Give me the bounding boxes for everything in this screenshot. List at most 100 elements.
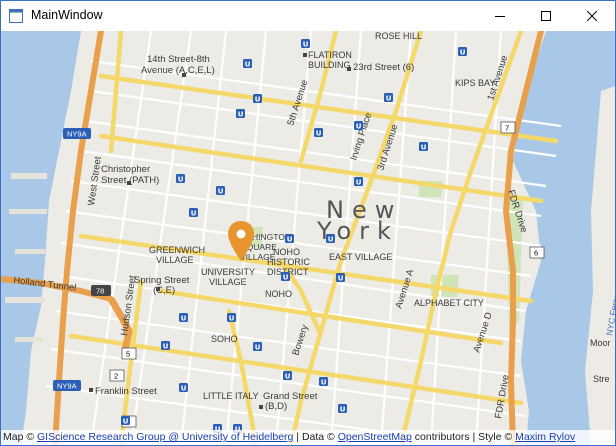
subway-icon: U [319,377,328,386]
app-window-icon [9,9,23,23]
svg-text:U: U [218,187,224,195]
shield-i78-label: 78 [96,287,104,296]
noho-historic-line-2: HISTORIC [267,257,310,267]
christopher-line-1: Christopher [101,164,150,175]
shield-2: 2 [109,369,125,382]
attribution-link-giscience[interactable]: GIScience Research Group @ University of… [37,431,293,443]
svg-text:U: U [245,60,251,68]
svg-text:U: U [123,417,129,425]
subway-icon: U [458,47,467,56]
svg-text:U: U [316,129,322,137]
svg-text:U: U [283,273,289,281]
svg-text:U: U [285,372,291,380]
edge-label-moor: Moor [590,338,611,348]
attribution-link-author[interactable]: Maxim Rylov [515,431,575,443]
neighborhood-alphabet-city: ALPHABET CITY [414,298,484,308]
subway-icon: U [176,174,185,183]
subway-icon: U [336,273,345,282]
subway-icon: U [301,39,310,48]
svg-text:U: U [178,175,184,183]
flatiron-line-1: FLATIRON [308,50,352,60]
svg-text:U: U [255,343,261,351]
main-window: MainWindow New York GREENWICH VILLAGE UN… [0,0,616,446]
maximize-button[interactable] [523,1,569,31]
station-23rd-street: 23rd Street (6) [353,62,414,73]
attribution-data: | Data © [296,431,335,443]
station-grand-street: Grand Street (B,D) [263,391,318,412]
subway-icon: U [384,93,393,102]
neighborhood-little-italy: LITTLE ITALY [203,391,259,401]
university-line-2: VILLAGE [209,277,247,287]
flatiron-line-2: BUILDING [308,60,351,70]
svg-text:U: U [181,384,187,392]
shield-5-north-label: 5 [126,350,130,359]
station-14th-line-2: Avenue (A,C,E,L) [141,65,215,76]
svg-text:U: U [238,110,244,118]
shield-i78: 78 [91,285,111,296]
shield-7: 7 [500,121,516,134]
title-bar[interactable]: MainWindow [1,1,615,31]
svg-text:U: U [163,342,169,350]
attribution-style: contributors | Style © [414,431,513,443]
shield-7-label: 7 [505,124,509,133]
close-icon [587,11,597,21]
svg-text:U: U [229,314,235,322]
shield-6-label: 6 [534,249,538,258]
neighborhood-rose-hill: ROSE HILL [375,31,422,41]
subway-icon: U [179,383,188,392]
map-attribution: Map © GIScience Research Group @ Univers… [1,430,615,445]
attribution-link-osm[interactable]: OpenStreetMap [338,431,412,443]
neighborhood-soho: SOHO [211,334,238,344]
station-14th-line-1: 14th Street-8th [147,54,210,65]
edge-label-stre: Stre [593,374,610,384]
svg-text:U: U [328,235,334,243]
close-button[interactable] [569,1,615,31]
svg-text:U: U [255,95,261,103]
street-bowery: Bowery [290,323,310,357]
station-franklin-street: Franklin Street [95,386,157,397]
svg-text:U: U [338,274,344,282]
station-14th-street: 14th Street-8th Avenue (A,C,E,L) [141,54,215,76]
attribution-prefix: Map © [3,431,35,443]
greenwich-line-1: GREENWICH [149,245,205,255]
subway-icon: U [253,342,262,351]
subway-icon: U [121,416,130,425]
subway-icon: U [354,177,363,186]
subway-icon: U [285,234,294,243]
svg-text:U: U [356,122,362,130]
subway-icon: U [161,341,170,350]
subway-icon: U [253,94,262,103]
shield-ny9a-north: NY9A [63,128,91,139]
neighborhood-noho: NOHO [265,289,292,299]
svg-text:U: U [386,94,392,102]
subway-icon: U [314,128,323,137]
subway-icon: U [236,109,245,118]
subway-icon: U [189,208,198,217]
subway-icon: U [281,272,290,281]
shield-5-north: 5 [121,347,137,360]
svg-text:U: U [356,178,362,186]
university-line-1: UNIVERSITY [201,267,255,277]
svg-text:U: U [421,143,427,151]
neighborhood-east-village: EAST VILLAGE [329,252,392,262]
maximize-icon [541,11,551,21]
map-view[interactable]: New York GREENWICH VILLAGE UNIVERSITY VILL… [1,31,615,445]
svg-text:U: U [460,48,466,56]
street-avenue-d: Avenue D [471,311,494,354]
minimize-button[interactable] [477,1,523,31]
shield-ny9a-south: NY9A [53,380,81,391]
shield-ny9a-north-label: NY9A [67,130,87,139]
neighborhood-university-village: UNIVERSITY VILLAGE [201,267,255,287]
minimize-icon [495,16,505,17]
subway-icon: U [227,313,236,322]
map-canvas[interactable]: New York GREENWICH VILLAGE UNIVERSITY VILL… [1,31,615,445]
subway-icon: U [243,59,252,68]
svg-text:U: U [287,235,293,243]
subway-icon: U [354,121,363,130]
shield-6: 6 [529,246,545,259]
window-title: MainWindow [31,8,103,22]
svg-text:U: U [181,314,187,322]
grand-line-2: (B,D) [265,401,287,412]
subway-icon: U [419,142,428,151]
subway-icon: U [179,313,188,322]
